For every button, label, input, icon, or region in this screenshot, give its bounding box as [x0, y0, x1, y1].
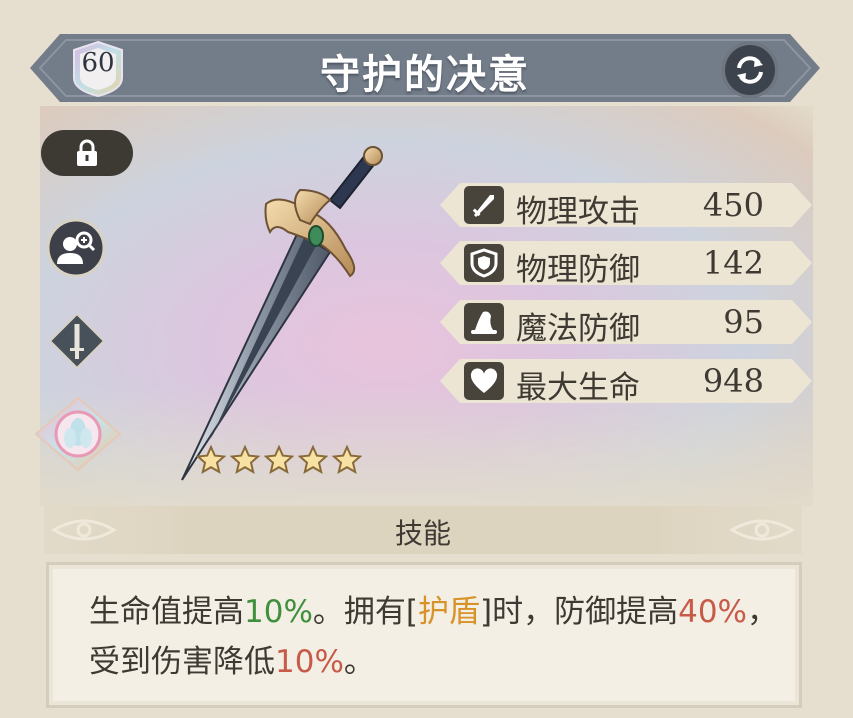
lotus-emblem-icon: [34, 396, 122, 472]
skill-text-segment: 。: [343, 644, 375, 680]
skill-text-segment: 。拥有[: [312, 594, 419, 630]
skill-text-segment: 生命值提高: [89, 594, 244, 630]
lock-icon: [77, 139, 97, 166]
stat-name: 物理防御: [516, 252, 640, 288]
skill-description: 生命值提高10%。拥有[护盾]时，防御提高40%，受到伤害降低10%。: [89, 587, 779, 687]
heart-icon: [464, 362, 504, 400]
lock-button[interactable]: [41, 130, 133, 176]
skill-text-segment: 10%: [275, 644, 344, 680]
stat-row: 最大生命 948: [440, 358, 812, 406]
star-icon: [230, 445, 260, 475]
stat-value: 948: [702, 362, 764, 400]
weapon-type-button[interactable]: [48, 312, 106, 370]
wizard-hat-icon: [464, 303, 504, 341]
skill-text-segment: 40%: [678, 594, 748, 630]
character-search-icon: [46, 218, 106, 278]
stat-row: 物理攻击 450: [440, 182, 812, 230]
skill-description-box: 生命值提高10%。拥有[护盾]时，防御提高40%，受到伤害降低10%。: [46, 562, 802, 708]
star-icon: [196, 445, 226, 475]
sword-type-icon: [48, 312, 106, 370]
inspect-character-button[interactable]: [46, 218, 106, 278]
stat-value: 142: [702, 244, 764, 282]
stat-row: 物理防御 142: [440, 240, 812, 288]
stat-name: 最大生命: [516, 370, 640, 406]
skill-title: 技能: [394, 517, 451, 550]
sword-icon: [464, 186, 504, 224]
class-emblem-button[interactable]: [34, 396, 122, 472]
shield-icon: [464, 244, 504, 282]
stat-row: 魔法防御 95: [440, 299, 812, 347]
skill-text-segment: 护盾: [418, 594, 481, 630]
sword-artwork: [181, 146, 383, 481]
stat-name: 物理攻击: [516, 194, 640, 230]
star-icon: [264, 445, 294, 475]
skill-text-segment: 10%: [244, 594, 313, 630]
star-icon: [332, 445, 362, 475]
rarity-stars: [196, 445, 362, 475]
skill-text-segment: ]时，防御提高: [480, 594, 679, 630]
star-icon: [298, 445, 328, 475]
swap-icon: [737, 56, 763, 84]
stat-name: 魔法防御: [516, 311, 640, 347]
equipment-card: 60 守护的决意 物理攻击 450 物理防御 142 魔法防御 95 最大生命 …: [0, 0, 853, 718]
skill-header: 技能: [44, 506, 802, 554]
item-title: 守护的决意: [320, 52, 530, 98]
swap-button[interactable]: [722, 42, 778, 98]
header-banner: 60 守护的决意: [30, 30, 820, 106]
stat-value: 95: [723, 303, 764, 341]
stat-value: 450: [702, 186, 764, 224]
